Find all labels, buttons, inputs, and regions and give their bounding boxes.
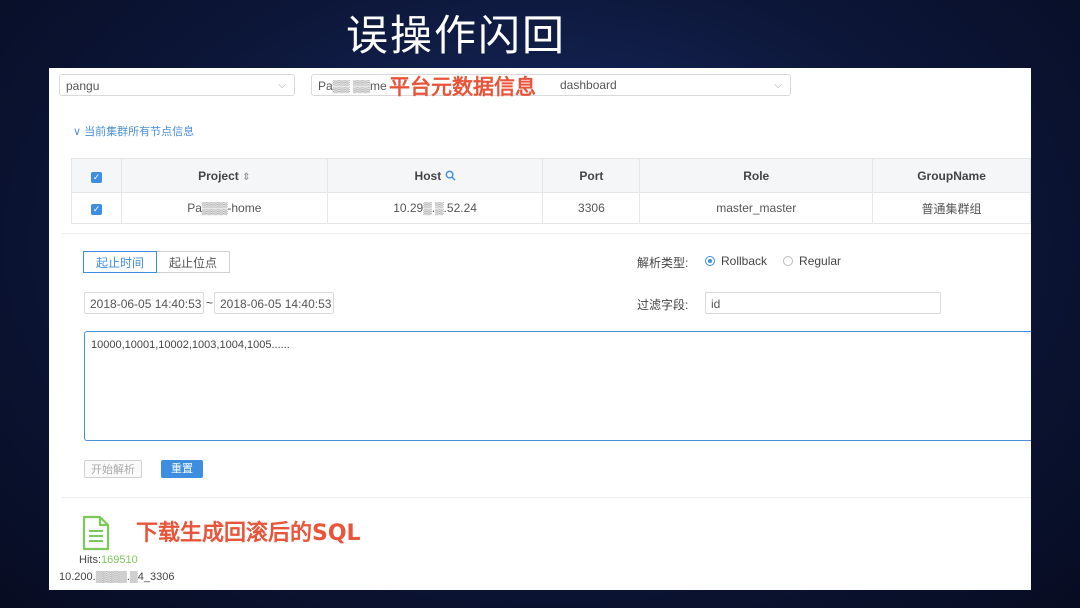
range-mode-tabs: 起止时间 起止位点 xyxy=(83,251,231,273)
host-port-label: 10.200.▒▒▒▒.▒4_3306 xyxy=(59,571,175,583)
column-host[interactable]: Host xyxy=(326,158,544,193)
app-panel: pangu ⌵ Pa▒▒ ▒▒me ⌵ 平台元数据信息 dashboard ∨ … xyxy=(49,68,1031,590)
table-row[interactable]: ✓ Pa▒▒▒-home 10.29▒.▒.52.24 3306 master_… xyxy=(71,192,1031,224)
node-table: ✓ Project ⇕ Host Port Role GroupName ✓ P… xyxy=(71,158,1031,224)
parse-type-label: 解析类型: xyxy=(637,256,689,270)
divider xyxy=(61,233,1031,234)
start-time-input[interactable]: 2018-06-05 14:40:53 xyxy=(84,292,204,314)
divider xyxy=(61,497,1031,498)
cell-role: master_master xyxy=(639,192,874,224)
radio-unselected-icon xyxy=(783,256,794,266)
reset-button[interactable]: 重置 xyxy=(161,460,203,478)
cluster-select-value: pangu xyxy=(66,79,100,93)
hits-label: Hits: xyxy=(79,554,101,566)
parse-type-radios: Rollback Regular xyxy=(705,254,857,268)
range-separator: ~ xyxy=(206,296,214,310)
file-download-icon[interactable] xyxy=(81,515,111,551)
column-role: Role xyxy=(639,158,874,193)
cell-host: 10.29▒.▒.52.24 xyxy=(326,192,544,224)
cell-groupname: 普通集群组 xyxy=(872,192,1031,224)
hits-count: Hits:169510 xyxy=(79,554,138,566)
column-port: Port xyxy=(542,158,641,193)
end-time-input[interactable]: 2018-06-05 14:40:53 xyxy=(214,292,334,314)
sort-icon[interactable]: ⇕ xyxy=(242,172,250,183)
database-select[interactable]: Pa▒▒ ▒▒me ⌵ xyxy=(311,74,791,96)
column-project[interactable]: Project ⇕ xyxy=(120,158,328,193)
download-sql-annotation[interactable]: 下载生成回滚后的SQL xyxy=(136,515,361,547)
radio-rollback[interactable]: Rollback xyxy=(705,254,767,268)
slide-title: 误操作闪回 xyxy=(346,11,567,60)
checkbox-checked-icon: ✓ xyxy=(90,171,102,183)
cell-port: 3306 xyxy=(542,192,641,224)
select-all-checkbox[interactable]: ✓ xyxy=(71,158,122,193)
radio-selected-icon xyxy=(705,256,715,266)
chevron-down-icon: ⌵ xyxy=(774,80,782,91)
checkbox-checked-icon: ✓ xyxy=(90,204,102,215)
column-groupname: GroupName xyxy=(872,158,1031,193)
tab-position-range[interactable]: 起止位点 xyxy=(157,251,231,273)
database-select-suffix: dashboard xyxy=(560,78,617,92)
start-parse-button[interactable]: 开始解析 xyxy=(84,460,142,478)
cell-project: Pa▒▒▒-home xyxy=(120,192,328,224)
filter-field-label: 过滤字段: xyxy=(637,298,689,312)
ids-textarea[interactable]: 10000,10001,10002,1003,1004,1005...... xyxy=(84,331,1031,441)
cluster-select[interactable]: pangu ⌵ xyxy=(59,74,295,96)
tab-time-range[interactable]: 起止时间 xyxy=(83,251,158,273)
row-checkbox[interactable]: ✓ xyxy=(71,192,122,224)
chevron-down-icon: ⌵ xyxy=(278,80,286,91)
hits-value: 169510 xyxy=(101,554,138,566)
database-overlay-annotation: 平台元数据信息 xyxy=(389,75,536,99)
table-header-row: ✓ Project ⇕ Host Port Role GroupName xyxy=(71,158,1031,193)
database-select-prefix: Pa▒▒ ▒▒me xyxy=(318,79,387,93)
radio-regular[interactable]: Regular xyxy=(783,254,841,268)
node-info-toggle[interactable]: ∨ 当前集群所有节点信息 xyxy=(73,123,194,139)
filter-field-input[interactable]: id xyxy=(705,292,941,314)
search-icon[interactable] xyxy=(445,170,456,181)
